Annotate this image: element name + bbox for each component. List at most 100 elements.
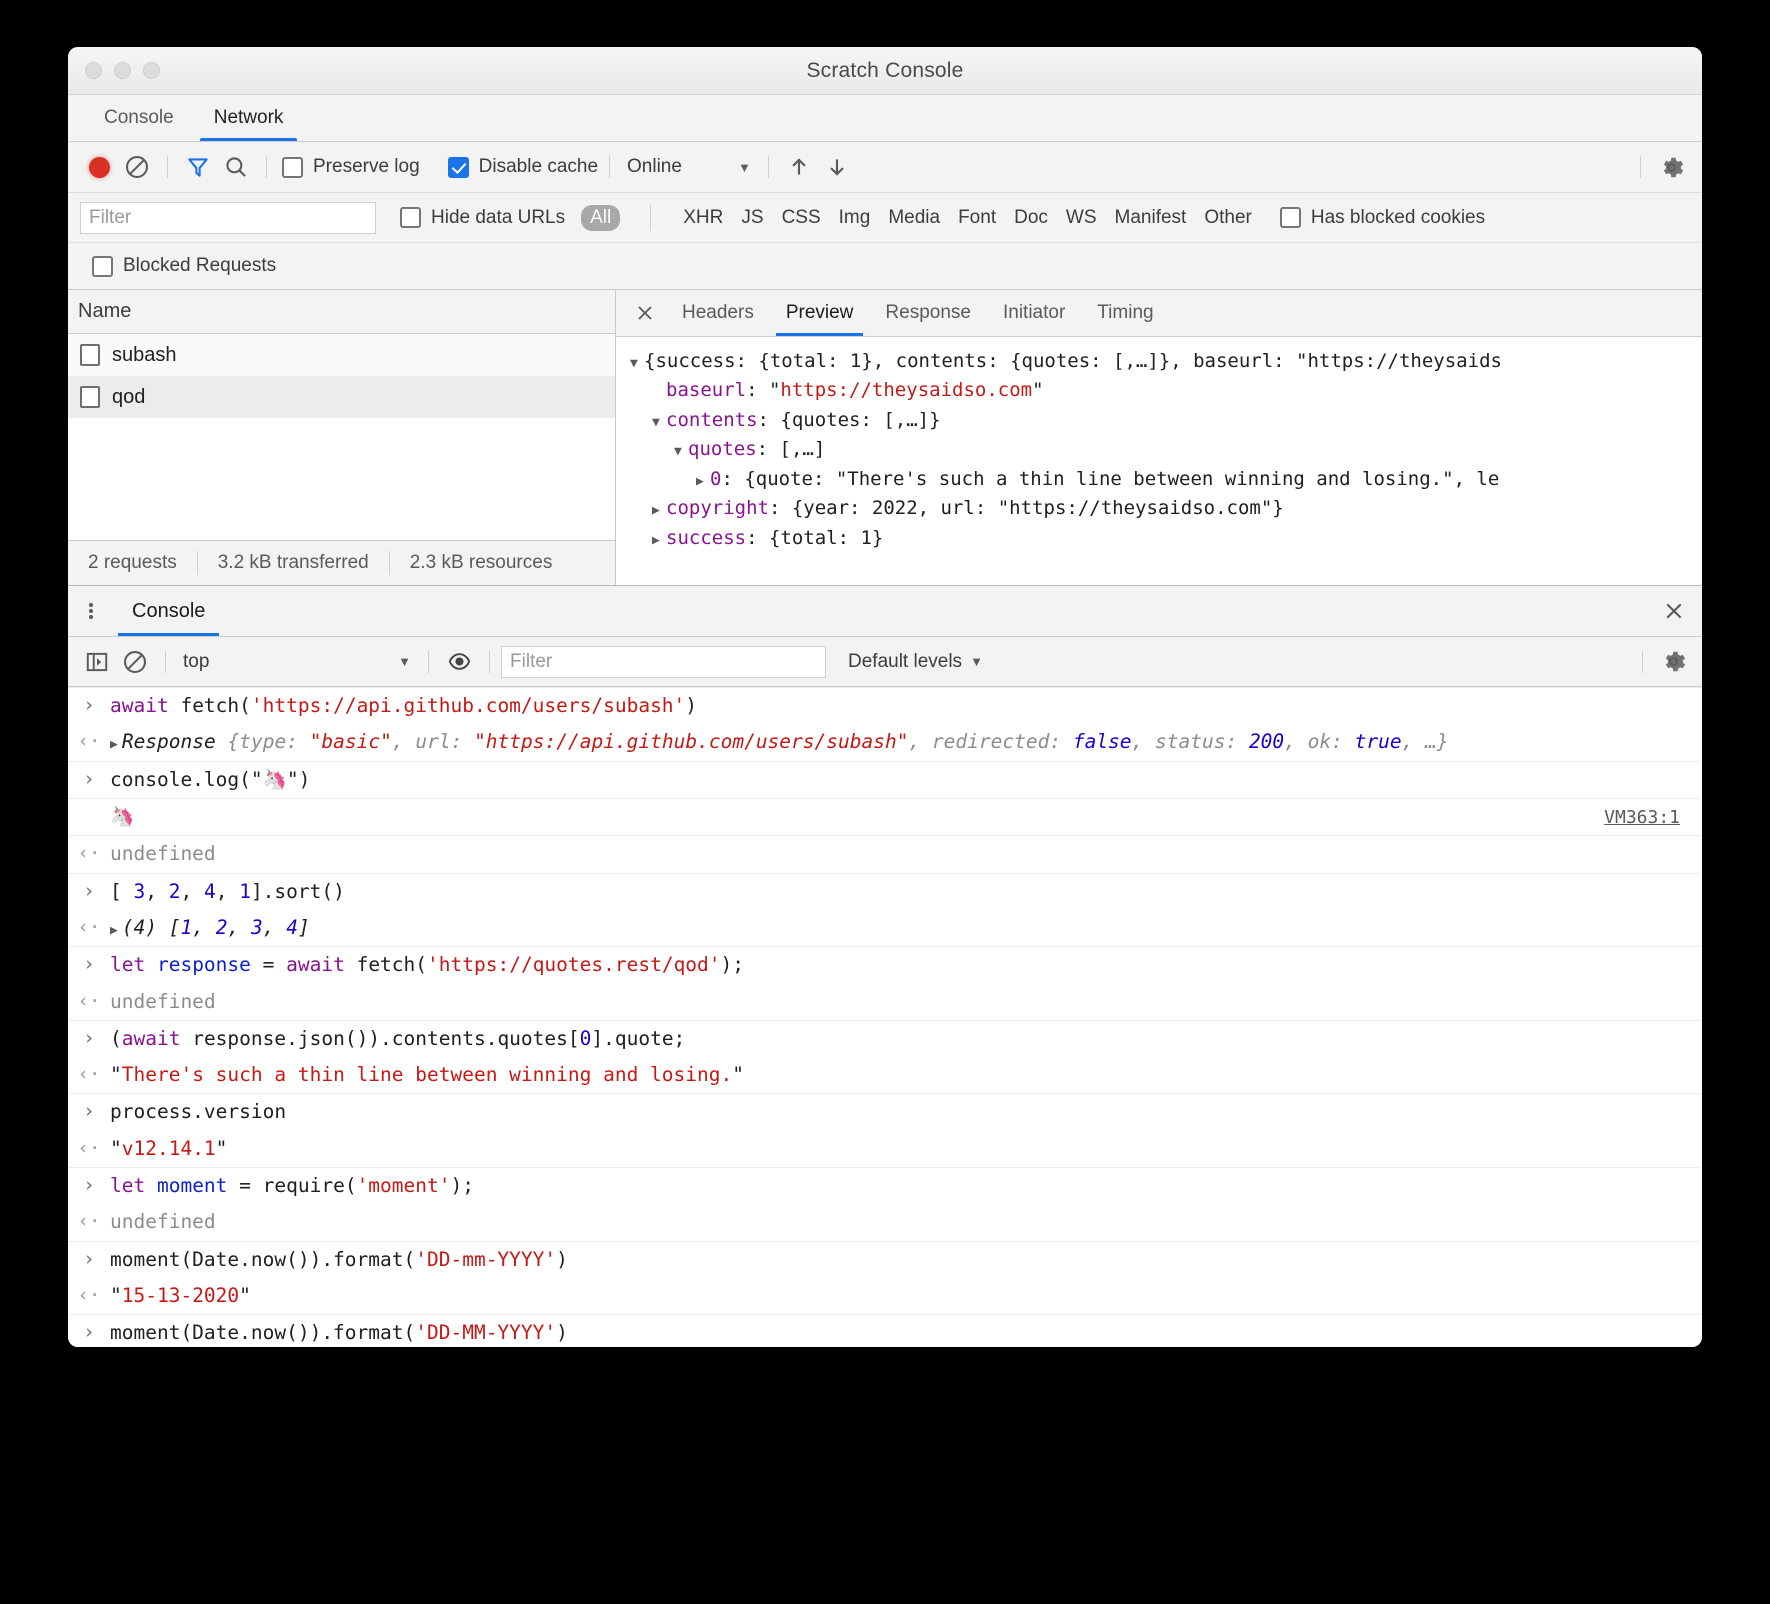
console-filter-input[interactable]: Filter	[501, 646, 826, 678]
request-list-pane: Name subash qod 2 requests 3.2 kB transf…	[68, 290, 616, 585]
resource-type-img[interactable]: Img	[839, 207, 871, 229]
devtools-window: Scratch Console Console Network	[68, 47, 1702, 1347]
input-arrow-icon: ›	[68, 1247, 110, 1273]
json-tree-row[interactable]: ▶0: {quote: "There's such a thin line be…	[630, 465, 1702, 494]
has-blocked-cookies-checkbox[interactable]: Has blocked cookies	[1280, 207, 1485, 229]
blocked-requests-checkbox[interactable]: Blocked Requests	[92, 255, 276, 277]
network-toolbar: Preserve log Disable cache Online ▼	[68, 142, 1702, 193]
filter-button[interactable]	[179, 148, 217, 186]
console-log-row: ›process.version	[68, 1093, 1702, 1130]
execution-context-selector[interactable]: top ▼	[177, 651, 417, 673]
drawer-more-options-button[interactable]	[68, 586, 114, 636]
clear-console-button[interactable]	[116, 643, 154, 681]
resource-type-doc[interactable]: Doc	[1014, 207, 1048, 229]
triangle-down-icon[interactable]: ▼	[674, 442, 688, 462]
throttling-value: Online	[627, 156, 682, 178]
preserve-log-label: Preserve log	[313, 156, 420, 178]
resource-type-manifest[interactable]: Manifest	[1115, 207, 1187, 229]
tab-drawer-console[interactable]: Console	[114, 586, 223, 636]
triangle-right-icon[interactable]: ▶	[652, 501, 666, 521]
minimize-window-button[interactable]	[114, 62, 131, 79]
console-filter-placeholder: Filter	[510, 651, 552, 673]
triangle-right-icon[interactable]: ▶	[696, 472, 710, 492]
console-log-row: ›moment(Date.now()).format('DD-MM-YYYY')	[68, 1314, 1702, 1347]
triangle-down-icon[interactable]: ▼	[652, 413, 666, 433]
resource-type-js[interactable]: JS	[741, 207, 763, 229]
blocked-requests-label: Blocked Requests	[123, 255, 276, 277]
triangle-down-icon[interactable]: ▼	[630, 354, 644, 374]
console-token: 'moment'	[357, 1174, 451, 1197]
console-token: ,	[180, 880, 203, 903]
maximize-window-button[interactable]	[143, 62, 160, 79]
export-har-button[interactable]	[818, 148, 856, 186]
output-arrow-icon: ‹·	[68, 915, 110, 941]
console-log-row: ‹·▶(4) [1, 2, 3, 4]	[68, 910, 1702, 946]
console-log-row: ‹·undefined	[68, 984, 1702, 1020]
upload-arrow-icon	[786, 154, 812, 180]
request-column-header[interactable]: Name	[68, 290, 615, 334]
console-log-row: ›[ 3, 2, 4, 1].sort()	[68, 873, 1702, 910]
json-tree-row[interactable]: baseurl: "https://theysaidso.com"	[630, 376, 1702, 405]
disable-cache-checkbox[interactable]: Disable cache	[448, 156, 598, 178]
console-token: [	[169, 916, 181, 939]
resource-type-xhr[interactable]: XHR	[683, 207, 723, 229]
json-tree-row[interactable]: ▼{success: {total: 1}, contents: {quotes…	[630, 347, 1702, 376]
clear-button[interactable]	[118, 148, 156, 186]
network-settings-button[interactable]	[1652, 148, 1690, 186]
log-levels-dropdown[interactable]: Default levels ▼	[848, 651, 983, 673]
tab-timing[interactable]: Timing	[1081, 290, 1169, 336]
resource-type-ws[interactable]: WS	[1066, 207, 1097, 229]
hide-data-urls-checkbox[interactable]: Hide data URLs	[400, 207, 565, 229]
tab-network[interactable]: Network	[194, 95, 304, 141]
json-tree-row[interactable]: ▼contents: {quotes: [,…]}	[630, 406, 1702, 435]
output-arrow-icon: ‹·	[68, 729, 110, 755]
console-token: , redirected:	[908, 730, 1072, 753]
resource-type-media[interactable]: Media	[888, 207, 940, 229]
network-filter-input[interactable]: Filter	[80, 202, 376, 234]
resource-type-font[interactable]: Font	[958, 207, 996, 229]
toolbar-divider	[1642, 651, 1643, 673]
request-name: qod	[112, 386, 145, 409]
triangle-right-icon[interactable]: ▶	[110, 922, 118, 940]
console-log-text: moment(Date.now()).format('DD-MM-YYYY')	[110, 1320, 1702, 1346]
tab-console[interactable]: Console	[84, 95, 194, 141]
json-token: "	[1032, 379, 1043, 401]
close-drawer-button[interactable]	[1646, 586, 1702, 636]
triangle-right-icon[interactable]: ▶	[652, 531, 666, 551]
record-button[interactable]	[80, 148, 118, 186]
throttling-dropdown[interactable]: Online ▼	[621, 156, 757, 178]
console-log-row: ‹·"There's such a thin line between winn…	[68, 1057, 1702, 1093]
tab-response[interactable]: Response	[869, 290, 987, 336]
console-settings-button[interactable]	[1654, 643, 1692, 681]
json-tree-row[interactable]: ▼quotes: [,…]	[630, 435, 1702, 464]
close-detail-button[interactable]	[624, 290, 666, 336]
tab-preview[interactable]: Preview	[770, 290, 870, 336]
live-expression-button[interactable]	[440, 643, 478, 681]
console-log-row: ›(await response.json()).contents.quotes…	[68, 1020, 1702, 1057]
resource-type-other[interactable]: Other	[1204, 207, 1252, 229]
import-har-button[interactable]	[780, 148, 818, 186]
request-checkbox[interactable]	[80, 344, 100, 366]
close-window-button[interactable]	[85, 62, 102, 79]
console-token: 'DD-MM-YYYY'	[415, 1321, 556, 1344]
table-row[interactable]: qod	[68, 376, 615, 418]
console-token: ,	[263, 916, 286, 939]
json-token: :	[746, 379, 769, 401]
resource-type-css[interactable]: CSS	[782, 207, 821, 229]
resource-type-all[interactable]: All	[581, 205, 620, 231]
tab-initiator[interactable]: Initiator	[987, 290, 1081, 336]
console-token: 0	[580, 1027, 592, 1050]
source-link[interactable]: VM363:1	[1604, 807, 1680, 828]
search-button[interactable]	[217, 148, 255, 186]
console-log-text: 🦄	[110, 804, 1702, 830]
table-row[interactable]: subash	[68, 334, 615, 376]
disable-cache-label: Disable cache	[479, 156, 598, 178]
preserve-log-checkbox[interactable]: Preserve log	[282, 156, 420, 178]
request-checkbox[interactable]	[80, 386, 100, 408]
tab-headers[interactable]: Headers	[666, 290, 770, 336]
json-tree-row[interactable]: ▶copyright: {year: 2022, url: "https://t…	[630, 494, 1702, 523]
triangle-right-icon[interactable]: ▶	[110, 736, 118, 754]
console-token: "🦄"	[251, 768, 299, 791]
json-tree-row[interactable]: ▶success: {total: 1}	[630, 524, 1702, 553]
toggle-console-sidebar-button[interactable]	[78, 643, 116, 681]
